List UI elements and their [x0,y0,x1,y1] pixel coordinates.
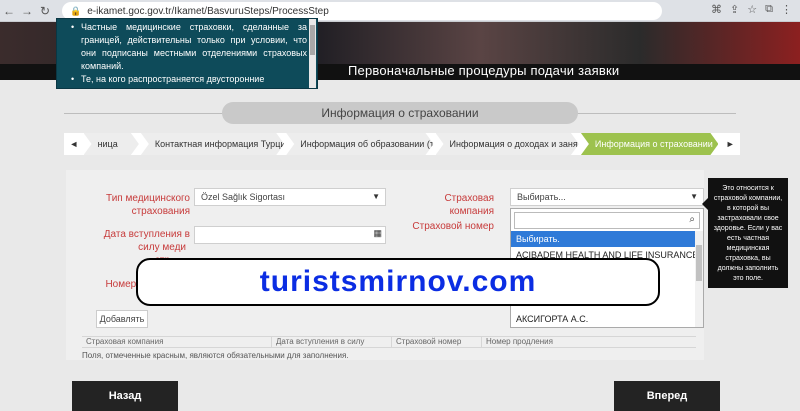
insurance-table-header: Страховая компания Дата вступления в сил… [82,336,696,348]
dropdown-option[interactable]: АКСИГОРТА А.С. [511,311,697,327]
table-column-header: Страховой номер [392,337,482,347]
step-item[interactable]: Информация о доходах и занятости [436,133,579,155]
back-arrow-icon[interactable]: ← [0,4,18,18]
steps-prev-button[interactable]: ◄ [64,133,84,155]
step-item-active[interactable]: Информация о страховании [581,133,719,155]
chevron-down-icon: ▼ [372,192,380,201]
url-text: e-ikamet.goc.gov.tr/Ikamet/BasvuruSteps/… [87,5,329,17]
required-fields-note: Поля, отмеченные красным, являются обяза… [82,351,349,360]
section-title: Информация о страховании [222,102,578,124]
info-item: Те, на кого распространяется двусторонни… [71,73,307,86]
policy-number-label: Страховой номер [412,221,494,232]
start-date-input[interactable]: ▦ [194,226,386,244]
lock-icon: 🔒 [70,5,82,16]
forward-button[interactable]: Вперед [614,381,720,411]
table-column-header: Номер продления [486,337,553,346]
share-icon[interactable]: ⇪ [730,3,739,16]
step-item[interactable]: ница [84,133,139,155]
insurance-type-select[interactable]: Özel Sağlık Sigortası ▼ [194,188,386,206]
dropdown-option[interactable]: Выбирать. [511,231,697,247]
forward-arrow-icon[interactable]: → [18,4,36,18]
puzzle-icon[interactable]: ⧉ [765,3,773,16]
insurance-type-value: Özel Sağlık Sigortası [201,192,286,202]
insurance-company-placeholder: Выбирать... [517,192,566,202]
back-button[interactable]: Назад [72,381,178,411]
scroll-thumb[interactable] [310,25,315,55]
calendar-icon[interactable]: ▦ [373,228,382,239]
chevron-down-icon: ▼ [690,192,698,201]
start-date-label-line-1: Дата вступления в [103,229,190,240]
insurance-company-select[interactable]: Выбирать... ▼ [510,188,704,206]
watermark-logo: turistsmirnov.com [136,258,660,306]
search-icon: ⌕ [689,214,695,225]
add-insurance-button[interactable]: Добавлять [96,310,148,328]
start-date-label-line-2: силу меди [138,242,186,253]
insurance-type-label: Тип медицинского страхования [106,193,190,217]
extension-icons: ⌘ ⇪ ☆ ⧉ ⋮ [711,3,792,16]
dropdown-scrollbar[interactable] [695,231,703,327]
scroll-thumb[interactable] [696,245,702,281]
page-content: Первоначальные процедуры подачи заявки Ч… [0,18,800,411]
insurance-company-label: Страховая компания [444,193,494,217]
step-navigation: ◄ ница Контактная информация Турции Инфо… [64,133,740,155]
step-item[interactable]: Информация об образовании (текущая) [286,133,433,155]
info-item: Частные медицинские страховки, сделанные… [71,21,307,73]
info-scrollbar[interactable] [309,19,316,88]
step-item[interactable]: Контактная информация Турции [141,133,284,155]
dropdown-search-input[interactable]: ⌕ [514,212,700,229]
info-panel[interactable]: Частные медицинские страховки, сделанные… [56,18,318,89]
star-icon[interactable]: ☆ [747,3,757,16]
help-tooltip: Это относится к страховой компании, в ко… [702,178,788,288]
table-column-header: Страховая компания [82,337,272,347]
table-column-header: Дата вступления в силу [272,337,392,347]
page-header-title: Первоначальные процедуры подачи заявки [348,63,620,78]
steps-next-button[interactable]: ► [720,133,740,155]
menu-icon[interactable]: ⋮ [781,3,792,16]
reload-icon[interactable]: ↻ [36,4,54,18]
translate-icon[interactable]: ⌘ [711,3,722,16]
